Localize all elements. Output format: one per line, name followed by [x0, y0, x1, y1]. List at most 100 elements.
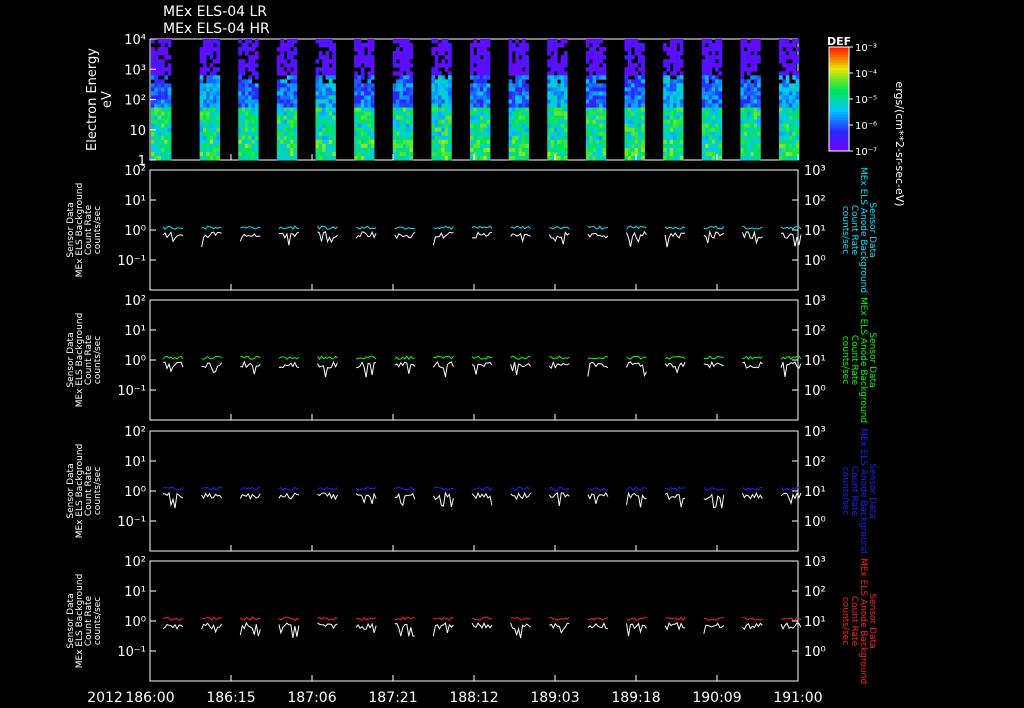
spectrogram-cell: [476, 67, 481, 72]
spectrogram-cell: [511, 47, 516, 52]
spectrogram-cell: [795, 135, 800, 141]
spectrogram-cell: [486, 67, 491, 72]
spectrogram-cell: [705, 55, 709, 60]
spectrogram-cell: [592, 79, 597, 84]
spectrogram-cell: [550, 59, 555, 64]
spectrogram-cell: [718, 95, 723, 100]
spectrogram-cell: [592, 87, 597, 92]
spectrogram-cell: [637, 127, 642, 133]
spectrogram-cell: [290, 115, 294, 121]
spectrogram-cell: [637, 43, 642, 48]
spectrogram-cell: [157, 83, 162, 88]
spectrogram-cell: [795, 39, 800, 44]
spectrogram-cell: [782, 103, 787, 108]
spectrogram-cell: [434, 79, 439, 84]
spectrogram-cell: [286, 63, 291, 68]
spectrogram-cell: [750, 131, 755, 137]
title-line-1: MEx ELS-04 LR: [163, 4, 267, 20]
spectrogram-cell: [354, 103, 358, 108]
spectrogram-cell: [521, 143, 526, 149]
spectrogram-cell: [318, 127, 323, 133]
spectrogram-cell: [396, 127, 400, 133]
spectrogram-cell: [743, 55, 748, 60]
y-tick-label-right: 10²: [804, 455, 826, 470]
spectrogram-cell: [560, 123, 565, 129]
spectrogram-cell: [441, 155, 446, 161]
spectrogram-cell: [202, 91, 207, 96]
spectrogram-cell: [779, 71, 783, 76]
spectrogram-cell: [154, 139, 159, 145]
spectrogram-cell: [673, 51, 677, 56]
spectrogram-cell: [592, 59, 597, 64]
spectrogram-cell: [508, 135, 513, 141]
spectrogram-cell: [795, 55, 800, 60]
spectrogram-cell: [434, 55, 439, 60]
spectrogram-cell: [515, 139, 520, 145]
spectrogram-cell: [599, 95, 603, 100]
spectrogram-cell: [743, 135, 748, 141]
spectrogram-cell: [157, 115, 162, 121]
spectrogram-cell: [711, 83, 716, 88]
spectrogram-cell: [280, 51, 284, 56]
spectrogram-cell: [212, 83, 217, 88]
spectrogram-cell: [705, 63, 709, 68]
spectrogram-cell: [750, 87, 755, 92]
spectrogram-cell: [212, 67, 217, 72]
spectrogram-cell: [325, 143, 330, 149]
spectrogram-cell: [518, 99, 523, 104]
spectrogram-cell: [631, 151, 635, 157]
spectrogram-block: [508, 39, 530, 161]
spectrogram-cell: [332, 131, 336, 137]
spectrogram-cell: [251, 115, 256, 121]
spectrogram-cell: [290, 55, 294, 60]
spectrogram-cell: [444, 95, 449, 100]
spectrogram-cell: [315, 95, 320, 100]
spectrogram-cell: [441, 99, 446, 104]
spectrogram-cell: [715, 91, 719, 96]
spectrogram-cell: [679, 59, 684, 64]
spectrogram-cell: [157, 151, 162, 157]
spectrogram-cell: [202, 83, 207, 88]
spectrogram-cell: [254, 83, 259, 88]
spectrogram-cell: [238, 83, 242, 88]
spectrogram-cell: [431, 135, 436, 141]
spectrogram-cell: [360, 91, 365, 96]
spectrogram-cell: [782, 59, 787, 64]
spectrogram-cell: [560, 131, 565, 137]
spectrogram-cell: [238, 75, 242, 80]
spectrogram-cell: [553, 79, 558, 84]
spectrogram-cell: [676, 151, 681, 157]
spectrogram-cell: [792, 95, 797, 100]
spectrogram-cell: [589, 99, 593, 104]
spectrogram-cell: [750, 83, 755, 88]
spectrogram-cell: [740, 59, 745, 64]
spectrogram-cell: [515, 155, 520, 161]
spectrogram-cell: [473, 107, 478, 112]
spectrogram-cell: [634, 139, 639, 145]
spectrogram-cell: [370, 135, 375, 141]
spectrogram-cell: [251, 131, 256, 137]
spectrogram-cell: [595, 115, 600, 121]
spectrogram-cell: [431, 79, 436, 84]
spectrogram-cell: [553, 51, 558, 56]
right-axis-label: counts/sec: [840, 597, 850, 645]
spectrogram-cell: [209, 39, 214, 44]
spectrogram-cell: [515, 71, 520, 76]
spectrogram-cell: [518, 75, 523, 80]
spectrogram-cell: [209, 71, 214, 76]
spectrogram-cell: [708, 71, 713, 76]
spectrogram-cell: [705, 95, 709, 100]
spectrogram-cell: [154, 119, 159, 125]
spectrogram-cell: [595, 59, 600, 64]
spectrogram-cell: [563, 55, 568, 60]
spectrogram-cell: [637, 59, 642, 64]
spectrogram-cell: [199, 139, 204, 145]
spectrogram-cell: [518, 155, 523, 161]
spectrogram-cell: [367, 143, 372, 149]
spectrogram-cell: [157, 107, 162, 112]
spectrogram-cell: [244, 87, 249, 92]
spectrogram-cell: [290, 59, 294, 64]
spectrogram-cell: [238, 147, 242, 153]
spectrogram-cell: [354, 91, 358, 96]
spectrogram-cell: [164, 95, 169, 100]
